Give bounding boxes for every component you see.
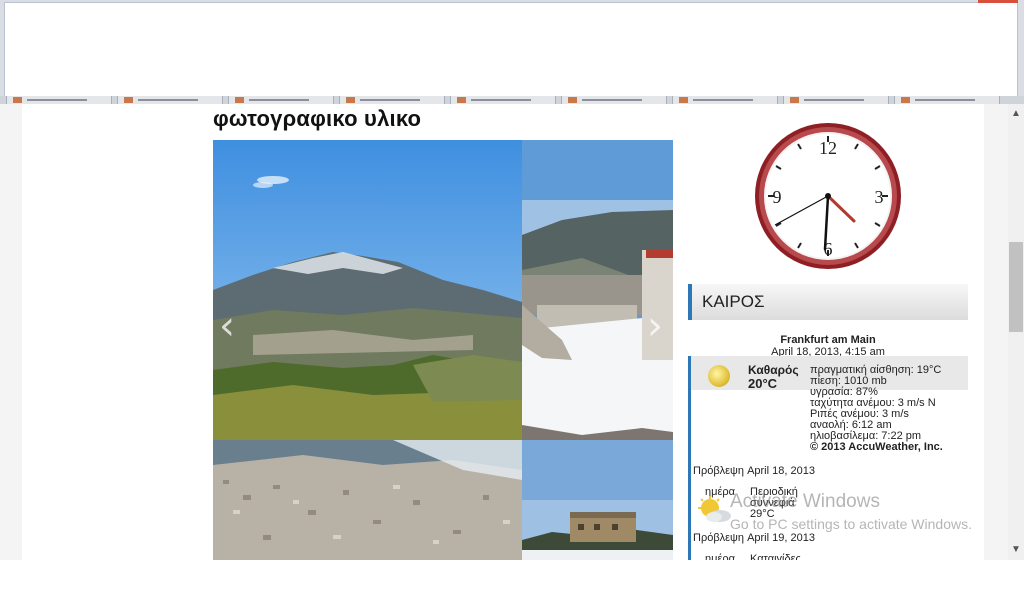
analog-clock: 12 3 6 9 (753, 121, 903, 271)
scroll-up-arrow-icon[interactable]: ▲ (1008, 106, 1024, 122)
gallery-photo-town[interactable] (213, 440, 522, 560)
clock-numeral-12: 12 (819, 138, 837, 158)
blank-top-panel (4, 2, 1018, 97)
browser-tab[interactable] (117, 96, 223, 104)
partly-cloudy-icon (698, 496, 732, 524)
activate-windows-subtext: Go to PC settings to activate Windows. (730, 516, 972, 532)
current-condition: Καθαρός (748, 363, 799, 377)
weather-header: ΚΑΙΡΟΣ (688, 284, 968, 320)
browser-tab[interactable] (894, 96, 1000, 104)
gallery-photo-building[interactable] (522, 440, 673, 560)
weather-city[interactable]: Frankfurt am Main (688, 334, 968, 346)
browser-top-area (0, 0, 1024, 104)
vertical-scrollbar[interactable]: ▲ ▼ (1008, 104, 1024, 560)
browser-tab[interactable] (6, 96, 112, 104)
gallery-title: φωτογραφικο υλικο (213, 106, 422, 131)
clock-numeral-3: 3 (875, 187, 884, 207)
accuweather-copyright[interactable]: © 2013 AccuWeather, Inc. (810, 442, 943, 453)
browser-tab[interactable] (228, 96, 334, 104)
tab-strip (0, 96, 1024, 104)
current-temperature: 20°C (748, 376, 778, 391)
gallery-prev-arrow-icon[interactable]: ‹ (219, 306, 235, 346)
browser-tab[interactable] (450, 96, 556, 104)
forecast-heading: Πρόβλεψη April 19, 2013 (693, 532, 815, 544)
scrollbar-thumb[interactable] (1009, 242, 1023, 332)
browser-tab[interactable] (672, 96, 778, 104)
weather-header-title: ΚΑΙΡΟΣ (702, 292, 765, 311)
sun-icon (708, 365, 730, 387)
gallery-photo-snow-terrace[interactable] (522, 140, 673, 440)
gallery-next-arrow-icon[interactable]: › (647, 306, 663, 346)
browser-tab[interactable] (783, 96, 889, 104)
browser-tab[interactable] (339, 96, 445, 104)
scroll-down-arrow-icon[interactable]: ▼ (1008, 542, 1024, 558)
weather-details: πραγματική αίσθηση: 19°C πίεση: 1010 mb … (810, 365, 943, 453)
bottom-blank-area (0, 560, 1024, 600)
activate-windows-watermark: Activate Windows (730, 491, 880, 512)
clock-numeral-9: 9 (773, 187, 782, 207)
window-accent-strip (978, 0, 1018, 3)
forecast-heading: Πρόβλεψη April 18, 2013 (693, 465, 815, 477)
browser-tab[interactable] (561, 96, 667, 104)
photo-gallery: ‹ › (213, 140, 673, 560)
weather-location: Frankfurt am Main April 18, 2013, 4:15 a… (688, 334, 968, 358)
gallery-photo-mountain[interactable] (213, 140, 522, 440)
